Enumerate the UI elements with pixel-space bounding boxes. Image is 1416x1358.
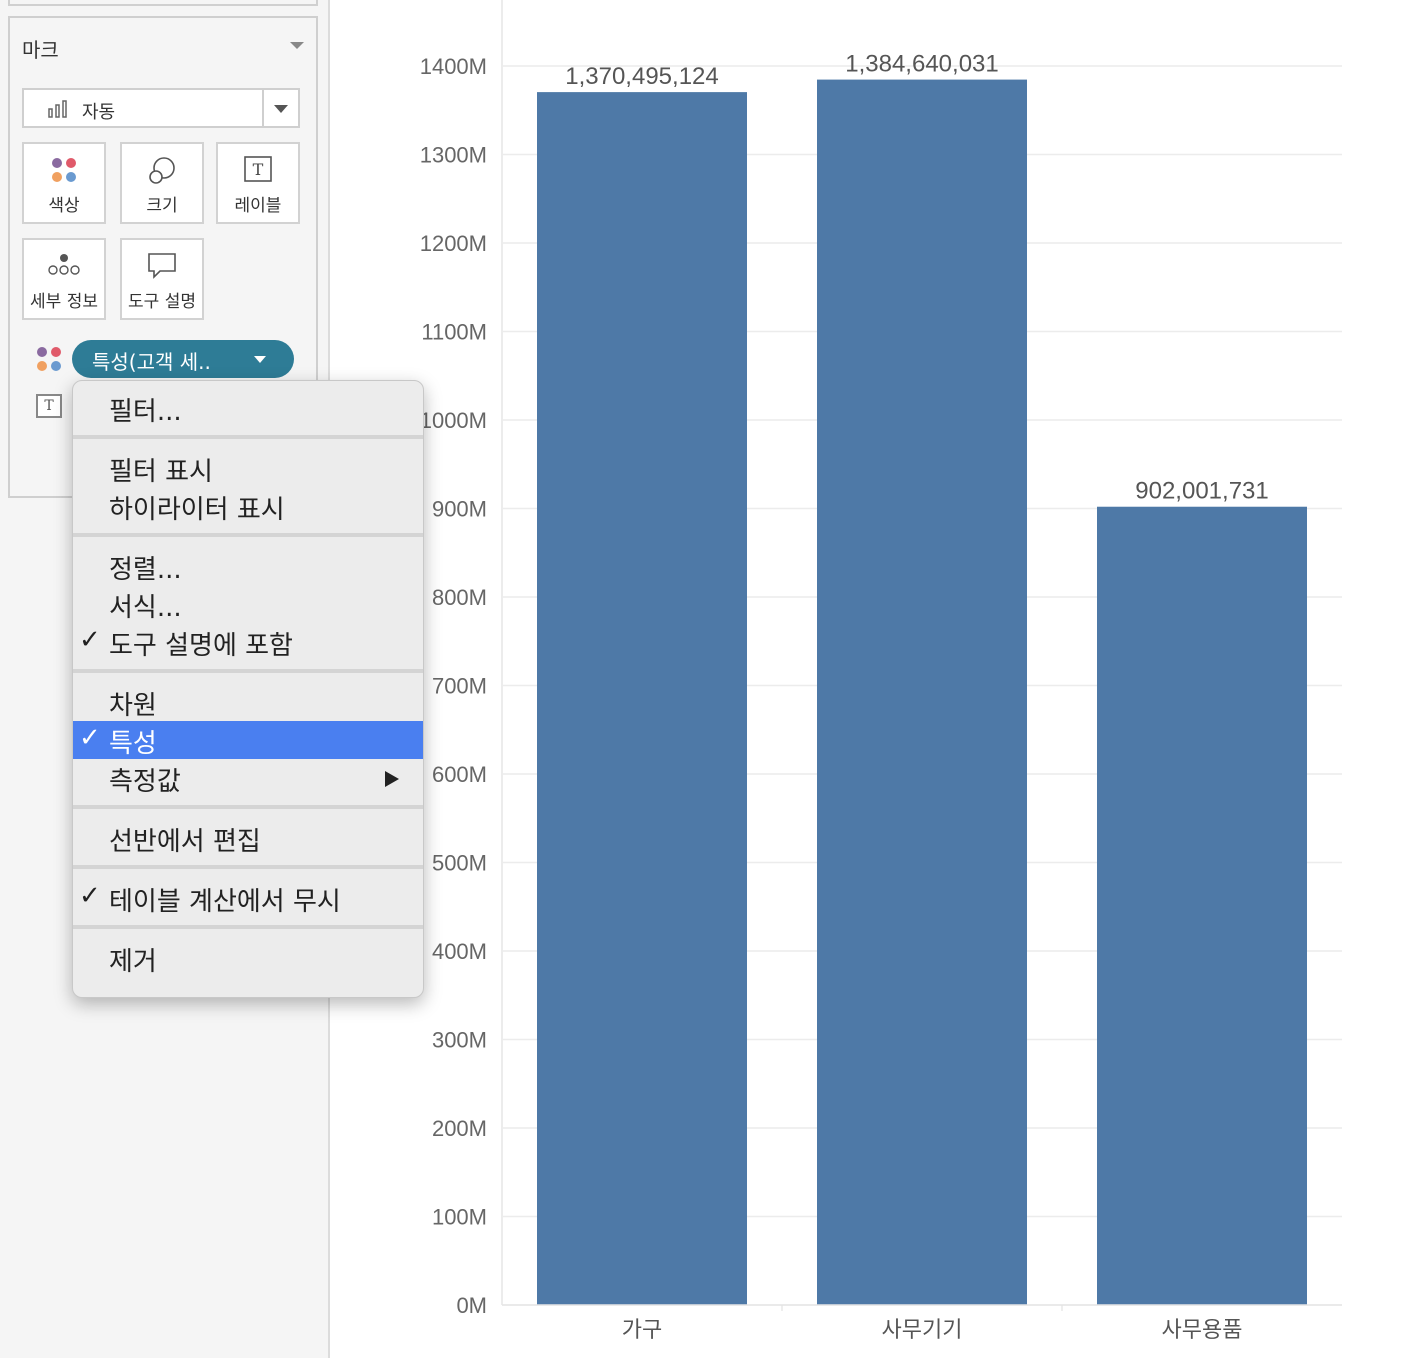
field-pill[interactable]: 특성(고객 세.. [72, 340, 294, 378]
menu-separator [73, 865, 423, 869]
menu-item-label: 제거 [109, 947, 157, 977]
menu-separator [73, 669, 423, 673]
field-pill-label: 특성(고객 세.. [92, 350, 211, 374]
x-category-label: 가구 [622, 1318, 662, 1343]
size-tile[interactable]: 크기 [120, 142, 204, 224]
menu-item[interactable]: ✓ 도구 설명에 포함 [73, 623, 423, 661]
y-tick-label: 200M [432, 1116, 487, 1141]
menu-item-label: 테이블 계산에서 무시 [109, 887, 341, 917]
detail-tile-label: 세부 정보 [30, 292, 98, 312]
data-label: 902,001,731 [1135, 478, 1268, 505]
filters-card-edge [8, 0, 318, 6]
marks-menu-caret-icon[interactable] [290, 42, 304, 49]
bar [537, 92, 747, 1305]
menu-item[interactable]: 정렬... [73, 547, 423, 585]
y-tick-label: 1400M [420, 54, 487, 79]
y-tick-label: 400M [432, 939, 487, 964]
mark-type-dropdown[interactable]: 자동 [22, 88, 300, 128]
menu-separator [73, 533, 423, 537]
bar-chart-icon [48, 100, 67, 118]
y-tick-label: 1000M [420, 408, 487, 433]
checkmark-icon: ✓ [79, 723, 101, 753]
x-category-label: 사무기기 [882, 1318, 963, 1343]
mark-type-dropdown-arrow[interactable] [262, 90, 298, 126]
checkmark-icon: ✓ [79, 881, 101, 911]
menu-item[interactable]: 제거 [73, 939, 423, 977]
y-tick-label: 500M [432, 851, 487, 876]
bar [1097, 506, 1307, 1305]
menu-separator [73, 925, 423, 929]
menu-item-label: 특성 [109, 729, 157, 759]
marks-title: 마크 [22, 38, 59, 62]
y-tick-label: 900M [432, 497, 487, 522]
data-label: 1,370,495,124 [565, 63, 718, 90]
tooltip-tile[interactable]: 도구 설명 [120, 238, 204, 320]
y-tick-label: 1100M [421, 320, 487, 345]
menu-separator [73, 805, 423, 809]
bar [817, 79, 1027, 1305]
color-dots-icon [52, 158, 76, 182]
checkmark-icon: ✓ [79, 625, 101, 655]
pill-context-menu: 필터... 필터 표시하이라이터 표시정렬... 서식... ✓ 도구 설명에 포함차원… [72, 380, 424, 998]
color-tile[interactable]: 색상 [22, 142, 106, 224]
submenu-arrow-icon [385, 771, 399, 787]
data-label: 1,384,640,031 [845, 51, 998, 78]
menu-item-label: 필터 표시 [109, 457, 213, 487]
svg-text:T: T [253, 160, 264, 179]
y-tick-label: 1200M [420, 231, 487, 256]
tooltip-tile-label: 도구 설명 [128, 292, 196, 312]
chart-svg: 0M 100M 200M 300M 400M 500M 600M 700M 800M 900M 10… [420, 0, 1342, 1343]
menu-item-label: 하이라이터 표시 [109, 495, 285, 525]
menu-item[interactable]: 필터 표시 [73, 449, 423, 487]
y-tick-label: 100M [432, 1205, 487, 1230]
menu-item-label: 정렬... [109, 555, 182, 585]
text-label-icon: T [244, 156, 272, 182]
menu-item-label: 서식... [109, 593, 182, 623]
menu-item-label: 차원 [109, 691, 157, 721]
bar-chart: 0M 100M 200M 300M 400M 500M 600M 700M 800M 900M 10… [330, 0, 1416, 1358]
menu-item[interactable]: 차원 [73, 683, 423, 721]
menu-item[interactable]: 선반에서 편집 [73, 819, 423, 857]
menu-item[interactable]: 하이라이터 표시 [73, 487, 423, 525]
text-label-icon: T [36, 394, 62, 418]
color-dots-icon [37, 347, 61, 371]
pill-dropdown-caret-icon[interactable] [254, 356, 266, 363]
x-category-label: 사무용품 [1162, 1318, 1243, 1343]
size-circles-icon [149, 157, 175, 184]
size-tile-label: 크기 [146, 196, 178, 216]
menu-item[interactable]: 서식... [73, 585, 423, 623]
menu-item[interactable]: 필터... [73, 389, 423, 427]
y-tick-label: 300M [432, 1028, 487, 1053]
menu-item[interactable]: 측정값 [73, 759, 423, 797]
detail-dots-icon [48, 254, 80, 275]
y-tick-label: 700M [432, 674, 487, 699]
mark-type-label: 자동 [82, 102, 116, 123]
menu-item-label: 측정값 [109, 767, 181, 797]
detail-tile[interactable]: 세부 정보 [22, 238, 106, 320]
label-tile-label: 레이블 [234, 196, 282, 216]
y-tick-label: 600M [432, 762, 487, 787]
menu-item-label: 도구 설명에 포함 [109, 631, 293, 661]
color-tile-label: 색상 [48, 196, 80, 216]
y-tick-label: 0M [456, 1293, 487, 1318]
menu-item-label: 선반에서 편집 [109, 827, 261, 857]
speech-bubble-icon [148, 253, 176, 279]
menu-item-label: 필터... [109, 397, 182, 427]
menu-separator [73, 435, 423, 439]
y-tick-label: 1300M [420, 143, 487, 168]
menu-item[interactable]: ✓ 특성 [73, 721, 423, 759]
y-tick-label: 800M [432, 585, 487, 610]
label-tile[interactable]: T 레이블 [216, 142, 300, 224]
menu-item[interactable]: ✓ 테이블 계산에서 무시 [73, 879, 423, 917]
